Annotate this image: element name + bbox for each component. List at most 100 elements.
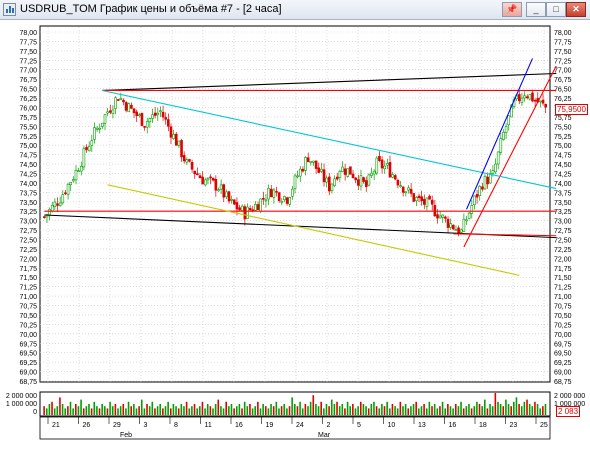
volume-bar <box>275 401 278 415</box>
candle-body <box>267 188 270 200</box>
volume-bar <box>378 408 381 415</box>
volume-bar <box>315 404 317 415</box>
candle-body <box>106 111 109 114</box>
volume-bar <box>88 404 90 415</box>
candle-body <box>367 174 371 186</box>
candle-body <box>180 140 183 158</box>
price-tick-label: 70,75 <box>19 304 37 311</box>
price-tick-label: 70,75 <box>554 304 572 311</box>
candle <box>140 112 144 127</box>
volume-bar <box>539 408 542 415</box>
volume-bar <box>465 406 468 415</box>
volume-bar <box>259 408 262 415</box>
date-tick-label: 2 <box>327 422 331 429</box>
candle-body <box>330 183 334 191</box>
volume-bar <box>441 401 444 415</box>
price-tick-label: 74,75 <box>19 153 37 160</box>
price-tick-label: 72,50 <box>19 238 37 245</box>
volume-tick-label: 2 000 000 <box>554 393 585 400</box>
price-tick-label: 72,25 <box>19 247 37 254</box>
price-tick-label: 71,50 <box>19 275 37 282</box>
maximize-button[interactable]: □ <box>546 2 566 17</box>
candle-body <box>375 157 379 174</box>
volume-bar <box>299 401 301 415</box>
candle-body <box>235 202 239 210</box>
candle-body <box>478 185 482 196</box>
candle-body <box>364 180 368 187</box>
candle-body <box>499 138 503 153</box>
candle-body <box>85 147 88 151</box>
price-tick-label: 70,50 <box>19 313 37 320</box>
price-tick-label: 75,00 <box>554 143 572 150</box>
candle-body <box>428 195 431 200</box>
volume-bar <box>122 404 125 415</box>
candle-body <box>95 127 99 130</box>
price-tick-label: 71,25 <box>19 285 37 292</box>
candle-body <box>269 188 273 198</box>
volume-bar <box>159 404 162 415</box>
candle-body <box>48 209 51 216</box>
volume-bar <box>386 401 388 415</box>
volume-bar <box>143 408 146 415</box>
date-axis: 21 26 29 3 8 11 16 19 24 2 5 10 13 16 18 23 25Feb Mar <box>39 416 551 440</box>
candle-body <box>404 191 408 194</box>
candle-body <box>101 122 104 127</box>
volume-bar <box>423 404 425 415</box>
volume-bar <box>544 404 547 415</box>
candle-body <box>388 162 392 178</box>
pin-icon[interactable]: 📌 <box>502 2 522 17</box>
candle-body <box>87 146 91 152</box>
volume-bar <box>449 406 452 415</box>
candle-body <box>349 166 352 175</box>
volume-bar <box>177 408 180 415</box>
volume-bar <box>280 406 283 415</box>
volume-bar <box>462 408 465 415</box>
volume-bar <box>278 408 280 415</box>
close-button[interactable]: ✕ <box>566 2 586 17</box>
candle-body <box>148 118 152 123</box>
candle-body <box>504 126 508 133</box>
price-tick-label: 71,75 <box>554 266 572 273</box>
candle-body <box>243 206 247 220</box>
volume-bar <box>64 408 67 415</box>
volume-bar <box>520 406 523 415</box>
candle-body <box>301 168 305 172</box>
volume-bar <box>338 406 341 415</box>
month-label: Feb <box>120 432 132 439</box>
candle <box>375 155 379 176</box>
candle-body <box>225 191 228 198</box>
date-tick-label: 21 <box>52 422 60 429</box>
volume-bar <box>45 408 48 415</box>
volume-bar <box>499 404 502 415</box>
volume-bar <box>119 406 122 415</box>
candle-body <box>525 96 529 99</box>
volume-bar <box>264 406 267 415</box>
volume-bar <box>354 408 357 415</box>
volume-bar <box>476 401 478 415</box>
candle-body <box>262 198 265 200</box>
volume-bar <box>507 404 510 415</box>
candle-body <box>127 103 131 113</box>
price-tick-label: 70,25 <box>19 322 37 329</box>
price-volume-chart[interactable]: 78,00 77,75 77,50 77,25 77,00 76,75 76,50 76,25… <box>0 20 590 449</box>
volume-bar <box>452 408 454 415</box>
candle <box>412 193 416 203</box>
candle <box>367 173 371 187</box>
volume-bar <box>505 399 507 415</box>
volume-bar <box>359 401 362 415</box>
candle-body <box>393 175 397 180</box>
candle-body <box>517 94 521 102</box>
volume-bar <box>330 399 333 415</box>
minimize-button[interactable]: _ <box>526 2 546 17</box>
volume-bar <box>352 404 354 415</box>
volume-bar <box>489 404 491 415</box>
volume-bar <box>148 406 151 415</box>
candle-body <box>293 175 297 189</box>
volume-bar <box>233 408 235 415</box>
price-tick-label: 75,00 <box>19 143 37 150</box>
candle-body <box>320 168 323 172</box>
volume-bar <box>193 404 196 415</box>
candle-body <box>309 161 313 163</box>
volume-bar <box>251 408 254 415</box>
candle-body <box>222 184 226 198</box>
